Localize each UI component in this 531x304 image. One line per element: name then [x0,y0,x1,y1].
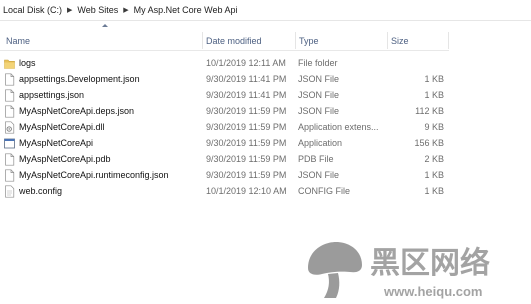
file-icon [4,72,15,86]
file-row[interactable]: appsettings.Development.json 9/30/2019 11… [0,71,449,87]
file-name-cell: MyAspNetCoreApi.dll [4,119,105,135]
file-size: 2 KB [424,154,444,164]
file-icon [4,152,15,166]
file-row[interactable]: MyAspNetCoreApi.pdb 9/30/2019 11:59 PM PDB… [0,151,449,167]
file-size: 112 KB [415,106,444,116]
mushroom-cap [308,242,362,275]
file-type: Application [298,138,343,148]
file-type: JSON File [298,106,340,116]
file-name-cell: logs [4,55,36,71]
breadcrumb-item-local-disk[interactable]: Local Disk (C:) [3,5,62,15]
file-name-cell: web.config [4,183,62,199]
file-type: JSON File [298,170,340,180]
column-header-type[interactable]: Type [295,30,387,50]
file-row[interactable]: MyAspNetCoreApi 9/30/2019 11:59 PM Applica… [0,135,449,151]
file-date-modified: 10/1/2019 12:10 AM [206,186,287,196]
file-type: Application extens... [298,122,379,132]
file-name[interactable]: MyAspNetCoreApi.deps.json [19,103,134,119]
file-name[interactable]: MyAspNetCoreApi [19,135,93,151]
file-icon [4,88,15,102]
file-name-cell: MyAspNetCoreApi [4,135,93,151]
sort-ascending-icon [102,24,108,27]
file-date-modified: 9/30/2019 11:41 PM [206,74,287,84]
application-icon [4,137,15,150]
watermark-text: 黑区网络 [370,246,490,281]
file-name[interactable]: appsettings.json [19,87,84,103]
file-type: JSON File [298,74,340,84]
column-header-date-label: Date modified [206,36,262,46]
file-name-cell: appsettings.Development.json [4,71,140,87]
file-size: 1 KB [424,90,444,100]
file-name[interactable]: appsettings.Development.json [19,71,140,87]
file-size: 1 KB [424,186,444,196]
column-header-type-label: Type [299,36,319,46]
file-name[interactable]: web.config [19,183,62,199]
file-name-cell: appsettings.json [4,87,84,103]
file-name-cell: MyAspNetCoreApi.runtimeconfig.json [4,167,169,183]
file-name[interactable]: MyAspNetCoreApi.pdb [19,151,111,167]
file-type: JSON File [298,90,340,100]
file-date-modified: 10/1/2019 12:11 AM [206,58,286,68]
mushroom-stem [324,273,340,298]
column-header-name-label: Name [6,36,31,46]
breadcrumb-item-web-sites[interactable]: Web Sites [77,5,118,15]
file-date-modified: 9/30/2019 11:59 PM [206,138,287,148]
file-date-modified: 9/30/2019 11:59 PM [206,154,287,164]
file-icon [4,168,15,182]
file-date-modified: 9/30/2019 11:59 PM [206,106,287,116]
watermark-url: www.heiqu.com [383,284,482,299]
file-name-cell: MyAspNetCoreApi.deps.json [4,103,134,119]
file-type: PDB File [298,154,334,164]
file-size: 156 KB [414,138,444,148]
column-header-size-label: Size [391,36,409,46]
file-name[interactable]: MyAspNetCoreApi.runtimeconfig.json [19,167,169,183]
file-date-modified: 9/30/2019 11:59 PM [206,122,287,132]
file-size: 9 KB [424,122,444,132]
breadcrumb-separator-icon[interactable]: ▶ [67,6,72,14]
file-row[interactable]: MyAspNetCoreApi.dll 9/30/2019 11:59 PM App… [0,119,449,135]
file-row[interactable]: logs 10/1/2019 12:11 AM File folder [0,55,449,71]
file-row[interactable]: MyAspNetCoreApi.runtimeconfig.json 9/30/2… [0,167,449,183]
file-row[interactable]: MyAspNetCoreApi.deps.json 9/30/2019 11:59… [0,103,449,119]
column-header-name[interactable]: Name [2,24,202,50]
file-list: logs 10/1/2019 12:11 AM File folder appsett… [0,55,449,199]
file-size: 1 KB [424,170,444,180]
column-header-date-modified[interactable]: Date modified [202,30,295,50]
breadcrumb-separator-icon[interactable]: ▶ [123,6,128,14]
column-header-size[interactable]: Size [387,30,449,50]
file-date-modified: 9/30/2019 11:59 PM [206,170,287,180]
file-type: File folder [298,58,338,68]
file-name-cell: MyAspNetCoreApi.pdb [4,151,111,167]
file-name[interactable]: MyAspNetCoreApi.dll [19,119,105,135]
breadcrumb: Local Disk (C:) ▶ Web Sites ▶ My Asp.Net… [0,0,531,21]
file-row[interactable]: appsettings.json 9/30/2019 11:41 PM JSON F… [0,87,449,103]
column-divider[interactable] [448,32,449,49]
file-icon [4,104,15,118]
config-file-icon [4,184,15,198]
file-date-modified: 9/30/2019 11:41 PM [206,90,287,100]
watermark: 黑区网络 www.heiqu.com [308,242,490,299]
file-size: 1 KB [424,74,444,84]
breadcrumb-item-current-folder[interactable]: My Asp.Net Core Web Api [134,5,238,15]
file-type: CONFIG File [298,186,351,196]
mushroom-logo-icon [308,242,362,298]
file-name[interactable]: logs [19,55,36,71]
dll-icon [4,120,15,134]
file-row[interactable]: web.config 10/1/2019 12:10 AM CONFIG File 1… [0,183,449,199]
folder-icon [4,57,15,70]
column-header-row: Name Date modified Type Size [0,24,449,51]
